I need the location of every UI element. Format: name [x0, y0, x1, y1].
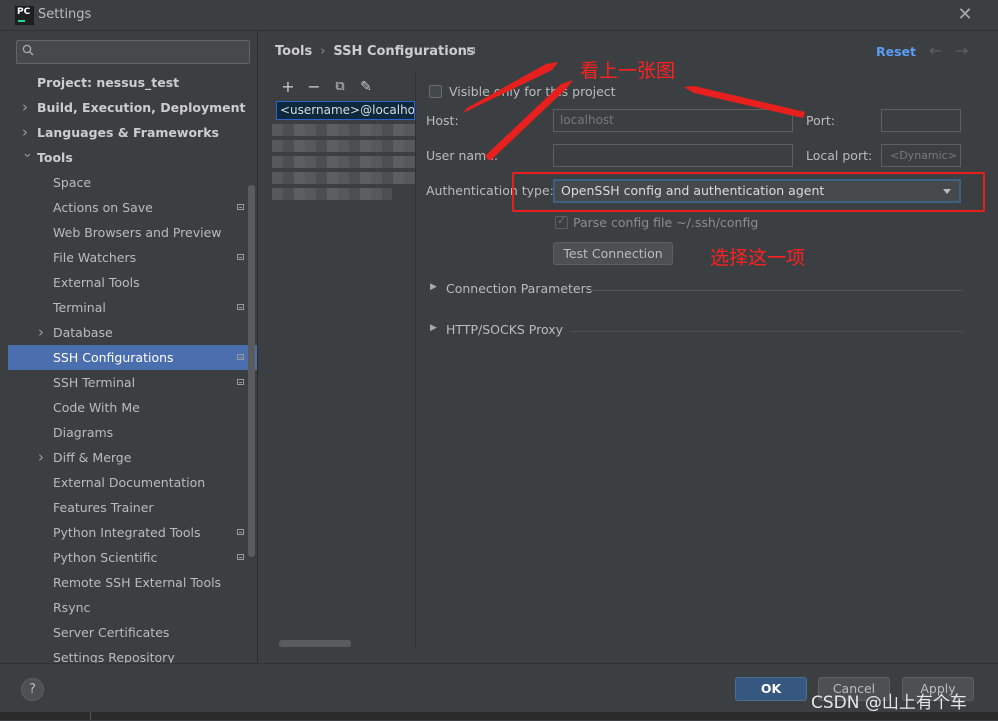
- annotation-highlight-box: [512, 172, 985, 212]
- annotation-arrows: [463, 62, 805, 161]
- annotation-choose-this-option: 选择这一项: [710, 247, 806, 269]
- annotation-arrow-to-port: [684, 86, 805, 118]
- annotation-see-previous-image: 看上一张图: [580, 60, 676, 82]
- watermark: CSDN @山上有个车: [811, 693, 967, 713]
